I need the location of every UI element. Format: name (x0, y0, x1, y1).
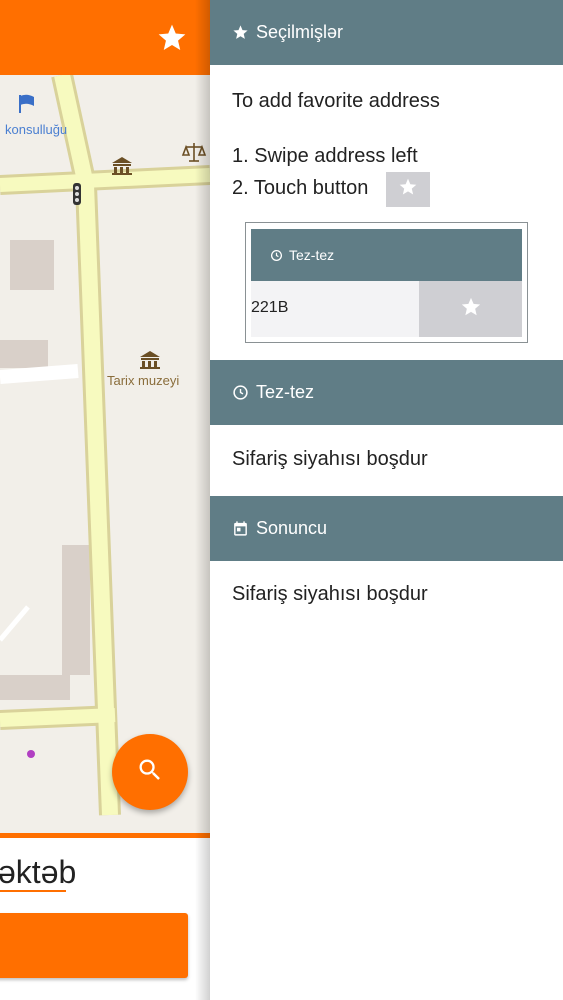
favorites-step-1: 1. Swipe address left (232, 145, 418, 167)
frequent-header: Tez-tez (210, 360, 563, 425)
frequent-title: Tez-tez (256, 382, 315, 402)
clock-icon (232, 384, 249, 401)
recent-title: Sonuncu (256, 518, 328, 538)
search-button[interactable] (112, 734, 188, 810)
map-screen: konsulluğu Tarix muzeyi əktəb (0, 0, 210, 1000)
favorites-step-2: 2. Touch button (232, 177, 369, 199)
map-view[interactable]: konsulluğu Tarix muzeyi (0, 75, 210, 835)
input-underline (0, 890, 66, 892)
favorites-title: Seçilmişlər (256, 22, 344, 42)
app-toolbar (0, 0, 210, 75)
search-icon (136, 756, 164, 789)
star-icon (232, 24, 249, 41)
order-button[interactable] (0, 913, 188, 978)
recent-empty-text: Sifariş siyahısı boşdur (232, 583, 428, 605)
favorite-example: Tez-tez 221B (245, 222, 528, 343)
example-star-button (386, 172, 430, 207)
destination-input[interactable]: əktəb (0, 854, 76, 891)
frequent-empty-text: Sifariş siyahısı boşdur (232, 448, 428, 470)
drawer-shadow (195, 0, 210, 1000)
recent-header: Sonuncu (210, 496, 563, 561)
example-header: Tez-tez (251, 229, 522, 281)
bottom-panel: əktəb (0, 838, 210, 1000)
example-header-title: Tez-tez (289, 247, 335, 263)
map-label-museum: Tarix muzeyi (107, 373, 180, 388)
favorites-drawer: Seçilmişlər To add favorite address 1. S… (210, 0, 563, 1000)
calendar-icon (232, 520, 249, 537)
favorites-intro: To add favorite address (232, 90, 440, 112)
favorites-star-icon[interactable] (156, 22, 188, 54)
star-icon (460, 296, 482, 323)
example-address: 221B (251, 299, 289, 316)
example-row: 221B (251, 281, 522, 337)
star-icon (398, 177, 418, 202)
favorites-header: Seçilmişlər (210, 0, 563, 65)
clock-icon (270, 249, 283, 262)
example-row-star-button (419, 281, 522, 337)
map-label-consulate: konsulluğu (5, 122, 68, 137)
